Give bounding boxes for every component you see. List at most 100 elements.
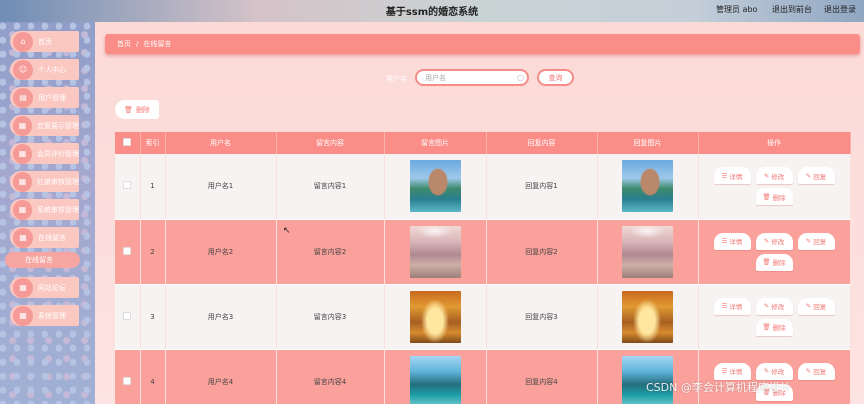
reply-icon: ✎ <box>805 367 812 375</box>
sidebar-item-forum[interactable]: ▦ 网站论坛 <box>10 277 79 298</box>
sidebar-item-users[interactable]: ▤ 用户管理 <box>10 87 79 108</box>
row-reply: 回复内容4 <box>486 349 598 404</box>
message-image <box>409 225 461 278</box>
sidebar-item-label: 首页 <box>38 37 52 46</box>
table-row: 2 用户名2 留言内容2 回复内容2 ☰ 详情 ✎ 修改 ✎ 回复 🗑 删除 <box>115 219 851 285</box>
row-content: 留言内容2 <box>276 219 385 285</box>
reply-label: 回复 <box>813 368 827 376</box>
sidebar-item-system[interactable]: ▦ 系统管理 <box>10 305 79 326</box>
exit-to-front-link[interactable]: 退出到前台 <box>772 4 812 15</box>
row-username: 用户名3 <box>165 284 277 350</box>
home-icon: ⌂ <box>13 31 33 52</box>
row-actions: ☰ 详情 ✎ 修改 ✎ 回复 🗑 删除 <box>698 154 851 220</box>
reply-label: 回复 <box>813 172 827 181</box>
row-select-cell <box>115 219 141 285</box>
detail-label: 详情 <box>729 238 743 246</box>
detail-button[interactable]: ☰ 详情 <box>713 297 751 315</box>
row-image-cell <box>384 154 487 220</box>
row-index: 3 <box>140 284 166 350</box>
edit-button[interactable]: ✎ 修改 <box>755 297 793 315</box>
row-reply: 回复内容1 <box>486 154 598 220</box>
edit-button[interactable]: ✎ 修改 <box>755 362 793 380</box>
sidebar-item-label: 网站论坛 <box>38 283 66 292</box>
sidebar-item-label: 用户管理 <box>38 93 66 102</box>
message-table: 索引 用户名 留言内容 留言图片 回复内容 回复图片 操作 1 用户名1 留言内容1… <box>115 132 851 404</box>
sidebar-item-personal[interactable]: ☺ 个人中心 <box>10 59 79 80</box>
table-row: 3 用户名3 留言内容3 回复内容3 ☰ 详情 ✎ 修改 ✎ 回复 🗑 删除 <box>115 284 851 350</box>
row-content: 留言内容4 <box>276 349 385 404</box>
detail-button[interactable]: ☰ 详情 <box>713 362 751 380</box>
row-username: 用户名4 <box>165 349 277 404</box>
sidebar-item-matchmaker[interactable]: ▦ 红娘审核管理 <box>10 171 79 192</box>
grid-icon: ▦ <box>13 199 32 220</box>
grid-icon: ▦ <box>13 305 33 326</box>
row-reply: 回复内容3 <box>486 284 598 350</box>
reply-label: 回复 <box>813 303 827 311</box>
grid-icon: ▦ <box>13 143 32 164</box>
reply-button[interactable]: ✎ 回复 <box>797 362 835 380</box>
reply-button[interactable]: ✎ 回复 <box>797 167 835 185</box>
row-checkbox[interactable] <box>123 181 132 190</box>
grid-icon: ▦ <box>13 227 33 248</box>
edit-button[interactable]: ✎ 修改 <box>755 167 793 185</box>
top-bar: 基于ssm的婚恋系统 管理员 abo 退出到前台 退出登录 <box>0 0 864 22</box>
detail-button[interactable]: ☰ 详情 <box>713 232 751 250</box>
header-username: 用户名 <box>165 132 277 154</box>
row-reply: 回复内容2 <box>486 219 598 285</box>
row-content: 留言内容1 <box>276 154 385 220</box>
header-reply: 回复内容 <box>486 132 598 154</box>
delete-button[interactable]: 🗑 删除 <box>755 318 793 336</box>
message-image <box>409 160 461 213</box>
reply-icon: ✎ <box>805 237 812 245</box>
row-reply-image-cell <box>597 284 699 350</box>
detail-icon: ☰ <box>721 237 728 245</box>
breadcrumb: 首页 / 在线留言 <box>105 34 860 54</box>
sidebar-item-love-show[interactable]: ▦ 恋爱展示管理 <box>10 115 79 136</box>
sidebar-item-label: 恋爱展示管理 <box>37 121 79 130</box>
sidebar-item-home[interactable]: ⌂ 首页 <box>10 31 79 52</box>
reply-icon: ✎ <box>805 302 812 310</box>
sidebar-subitem-messages[interactable]: 在线留言 <box>5 252 80 268</box>
row-select-cell <box>115 154 141 220</box>
delete-button[interactable]: 🗑 删除 <box>755 188 793 206</box>
table-row: 1 用户名1 留言内容1 回复内容1 ☰ 详情 ✎ 修改 ✎ 回复 🗑 删除 <box>115 154 851 220</box>
search-label: 用户名 <box>386 75 407 83</box>
sidebar-item-member-review[interactable]: ▦ 会员评价管理 <box>10 143 79 164</box>
row-checkbox[interactable] <box>123 246 132 255</box>
sidebar-item-messages[interactable]: ▦ 在线留言 <box>10 227 79 248</box>
logout-link[interactable]: 退出登录 <box>824 4 856 15</box>
row-checkbox[interactable] <box>123 311 132 320</box>
reply-button[interactable]: ✎ 回复 <box>797 297 835 315</box>
edit-button[interactable]: ✎ 修改 <box>755 232 793 250</box>
header-content: 留言内容 <box>276 132 385 154</box>
batch-delete-button[interactable]: 🗑 删除 <box>115 100 159 119</box>
detail-icon: ☰ <box>721 367 728 375</box>
message-image <box>409 290 461 343</box>
trash-icon: 🗑 <box>762 323 771 331</box>
breadcrumb-current: 在线留言 <box>143 40 172 48</box>
reply-button[interactable]: ✎ 回复 <box>797 232 835 250</box>
row-reply-image-cell <box>597 349 699 404</box>
sidebar-item-label: 系统审核管理 <box>37 205 79 214</box>
detail-icon: ☰ <box>721 171 728 180</box>
sidebar-item-system-review[interactable]: ▦ 系统审核管理 <box>10 199 79 220</box>
trash-icon: 🗑 <box>124 105 133 114</box>
watermark: CSDN @李会计算机程序设计 <box>646 381 791 394</box>
sidebar-item-label: 会员评价管理 <box>37 149 79 158</box>
trash-icon: 🗑 <box>762 258 771 266</box>
row-select-cell <box>115 284 141 350</box>
row-checkbox[interactable] <box>123 376 132 385</box>
detail-button[interactable]: ☰ 详情 <box>713 167 751 185</box>
row-index: 4 <box>140 349 166 404</box>
breadcrumb-home[interactable]: 首页 <box>117 39 131 49</box>
search-input[interactable] <box>415 69 529 86</box>
header-actions: 操作 <box>698 132 851 154</box>
query-button[interactable]: 查询 <box>537 69 574 86</box>
grid-icon: ▦ <box>13 115 32 136</box>
header-reply-image: 回复图片 <box>597 132 699 154</box>
delete-button[interactable]: 🗑 删除 <box>755 253 793 271</box>
edit-icon: ✎ <box>763 171 770 180</box>
select-all-checkbox[interactable] <box>123 138 132 146</box>
delete-label: 删除 <box>772 193 786 202</box>
sidebar: ⌂ 首页 ☺ 个人中心 ▤ 用户管理 ▦ 恋爱展示管理 ▦ 会员评价管理 ▦ 红… <box>0 22 95 404</box>
